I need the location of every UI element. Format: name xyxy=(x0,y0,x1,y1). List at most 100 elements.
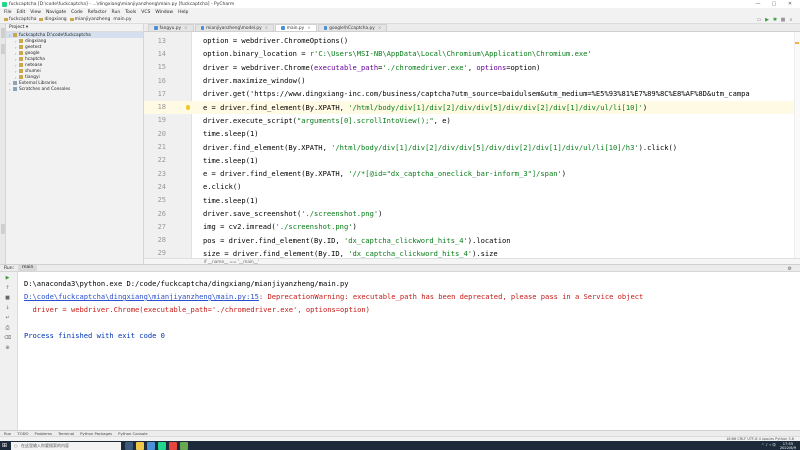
nav-crumb-folder[interactable]: dingxiang xyxy=(39,17,67,22)
menu-edit[interactable]: Edit xyxy=(17,10,26,15)
task-view-icon[interactable] xyxy=(125,441,133,450)
code-line[interactable]: 29 size = driver.find_element(By.ID, 'dx_… xyxy=(144,247,800,258)
app-icon[interactable] xyxy=(169,441,177,450)
menu-run[interactable]: Run xyxy=(112,10,121,15)
lightbulb-icon[interactable] xyxy=(186,104,190,110)
code-line[interactable]: 17 driver.get('https://www.dingxiang-inc.… xyxy=(144,87,800,100)
project-tree-label: tiangyi xyxy=(25,74,40,80)
taskbar-clock[interactable]: 17:55 2022/6/9 xyxy=(780,442,796,450)
project-panel-header[interactable]: Project ▾ xyxy=(6,24,143,32)
code-text: img = cv2.imread('./screenshot.png') xyxy=(203,222,357,232)
menu-window[interactable]: Window xyxy=(155,10,173,15)
editor-tab[interactable]: main.py × xyxy=(275,24,317,31)
run-tab-main[interactable]: main xyxy=(18,265,38,271)
menu-refactor[interactable]: Refactor xyxy=(88,10,107,15)
menu-vcs[interactable]: VCS xyxy=(141,10,150,15)
project-tree-label: shumei xyxy=(25,68,41,74)
code-line[interactable]: 23 e = driver.find_element(By.XPATH, '//*… xyxy=(144,167,800,180)
menu-code[interactable]: Code xyxy=(71,10,83,15)
code-text: driver.execute_script("arguments[0].scro… xyxy=(203,115,451,125)
code-line[interactable]: 28 pos = driver.find_element(By.ID, 'dx_c… xyxy=(144,234,800,247)
code-line[interactable]: 25 time.sleep(1) xyxy=(144,194,800,207)
wrap-icon[interactable]: ↵ xyxy=(4,315,11,321)
menu-navigate[interactable]: Navigate xyxy=(46,10,66,15)
file-explorer-icon[interactable] xyxy=(136,441,144,450)
line-number: 20 xyxy=(157,129,166,138)
favorites-tool-button[interactable] xyxy=(1,224,5,234)
editor-tabs: fangyu.py × mianjiyanzheng\model.py × main.p… xyxy=(144,24,800,32)
console-exit-line: Process finished with exit code 0 xyxy=(24,331,165,340)
maximize-button[interactable]: ▢ xyxy=(766,0,782,8)
line-number: 29 xyxy=(157,249,166,258)
folder-icon xyxy=(19,69,23,73)
code-line[interactable]: 27 img = cv2.imread('./screenshot.png') xyxy=(144,220,800,233)
app-icon[interactable] xyxy=(180,441,188,450)
project-tool-button[interactable] xyxy=(1,28,5,38)
navigation-bar: fuckcaptcha dingxiang mianjiyanzheng mai… xyxy=(0,16,800,24)
structure-tool-button[interactable] xyxy=(1,44,5,54)
windows-start-icon[interactable]: ⊞ xyxy=(0,441,9,450)
warning-marker[interactable] xyxy=(795,42,799,44)
menu-file[interactable]: File xyxy=(4,10,12,15)
menu-tools[interactable]: Tools xyxy=(125,10,136,15)
browser-icon[interactable] xyxy=(147,441,155,450)
up-icon[interactable]: ↑ xyxy=(4,285,11,291)
project-tree-label: google xyxy=(25,50,40,56)
nav-crumb-file[interactable]: main.py xyxy=(113,17,131,22)
minimize-button[interactable]: — xyxy=(750,0,766,8)
line-number: 25 xyxy=(157,196,166,205)
window-controls: — ▢ ✕ xyxy=(750,0,798,8)
editor-tab[interactable]: mianjiyanzheng\model.py × xyxy=(194,24,275,31)
tray-icons[interactable]: ^ ♪ ⌁ 中 xyxy=(761,443,776,448)
window-title: fuckcaptcha [D:\code\fuckcaptcha] - ...\… xyxy=(9,1,235,7)
editor-tab[interactable]: google\hCcaptcha.py × xyxy=(317,24,388,31)
code-line[interactable]: 18 e = driver.find_element(By.XPATH, '/ht… xyxy=(144,100,800,114)
run-icon[interactable]: ▶ xyxy=(764,17,770,23)
trash-icon[interactable]: ⌫ xyxy=(4,335,11,341)
run-console[interactable]: D:\anaconda3\python.exe D:/code/fuckcapt… xyxy=(18,272,800,430)
close-tab-icon[interactable]: × xyxy=(307,26,311,31)
rerun-icon[interactable]: ▶ xyxy=(4,275,11,281)
editor-tab[interactable]: fangyu.py × xyxy=(148,24,194,31)
debug-icon[interactable]: ✱ xyxy=(772,17,778,23)
code-line[interactable]: 13 option = webdriver.ChromeOptions() xyxy=(144,34,800,47)
close-tab-icon[interactable]: × xyxy=(378,26,382,31)
code-line[interactable]: 16 driver.maximize_window() xyxy=(144,74,800,87)
project-panel: Project ▾ › fuckcaptcha D:\code\fuckcaptc… xyxy=(6,24,144,270)
pycharm-taskbar-icon[interactable] xyxy=(158,441,166,450)
run-panel-header: Run: main ⚙ xyxy=(0,264,800,272)
code-text: driver.find_element(By.XPATH, '/html/bod… xyxy=(203,142,678,152)
code-line[interactable]: 14 option.binary_location = r'C:\Users\MS… xyxy=(144,47,800,60)
code-text: driver = webdriver.Chrome(executable_pat… xyxy=(203,62,541,72)
line-number: 26 xyxy=(157,209,166,218)
menu-help[interactable]: Help xyxy=(178,10,188,15)
menu-view[interactable]: View xyxy=(30,10,41,15)
close-button[interactable]: ✕ xyxy=(782,0,798,8)
print-icon[interactable]: ⎙ xyxy=(4,325,11,331)
stop-icon[interactable]: ■ xyxy=(780,17,786,23)
project-tree-item[interactable]: › Scratches and Consoles xyxy=(6,86,143,92)
code-line[interactable]: 22 time.sleep(1) xyxy=(144,154,800,167)
search-icon[interactable]: ⌕ xyxy=(788,17,794,23)
code-line[interactable]: 15 driver = webdriver.Chrome(executable_p… xyxy=(144,61,800,74)
code-line[interactable]: 21 driver.find_element(By.XPATH, '/html/b… xyxy=(144,140,800,153)
close-tab-icon[interactable]: × xyxy=(184,26,188,31)
taskbar-search-input[interactable]: 在这里输入你要搜索的内容 xyxy=(11,441,121,450)
code-line[interactable]: 24 e.click() xyxy=(144,180,800,193)
line-number: 24 xyxy=(157,182,166,191)
code-line[interactable]: 26 driver.save_screenshot('./screenshot.p… xyxy=(144,207,800,220)
folder-icon xyxy=(19,63,23,67)
nav-crumb-project[interactable]: fuckcaptcha xyxy=(4,17,36,22)
folder-icon xyxy=(69,17,74,22)
code-line[interactable]: 20 time.sleep(1) xyxy=(144,127,800,140)
code-editor[interactable]: 13 option = webdriver.ChromeOptions() 14 op… xyxy=(144,32,800,258)
editor-scrollbar[interactable] xyxy=(794,32,800,258)
run-config-icon[interactable]: ▭ xyxy=(756,17,762,23)
down-icon[interactable]: ↓ xyxy=(4,305,11,311)
close-tab-icon[interactable]: × xyxy=(265,26,269,31)
nav-crumb-subfolder[interactable]: mianjiyanzheng xyxy=(69,17,110,22)
stop-icon[interactable]: ■ xyxy=(4,295,11,301)
pin-icon[interactable]: ⊕ xyxy=(4,345,11,351)
console-file-link[interactable]: D:\code\fuckcaptcha\dingxiang\mianjiyanz… xyxy=(24,292,259,301)
code-line[interactable]: 19 driver.execute_script("arguments[0].sc… xyxy=(144,114,800,127)
